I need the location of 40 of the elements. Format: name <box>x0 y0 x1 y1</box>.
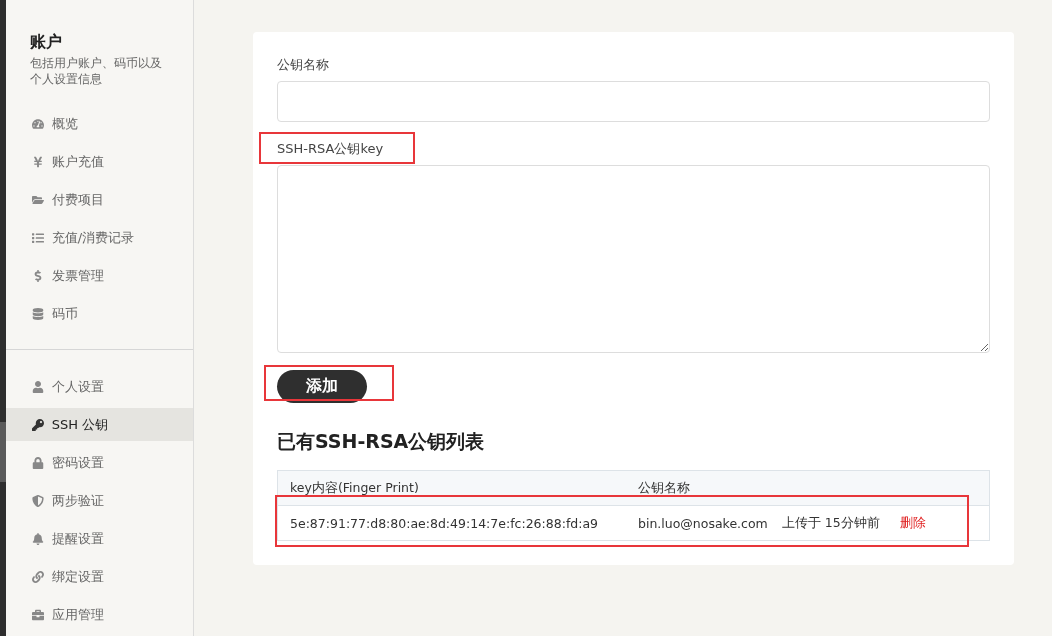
table-cell-text: 5e:87:91:77:d8:80:ae:8d:49:14:7e:fc:26:88:fd:a9 <box>290 515 600 531</box>
sidebar-item[interactable]: 概览 <box>5 107 193 140</box>
link-icon <box>31 570 44 583</box>
section-heading: 已有SSH-RSA公钥列表 <box>277 429 486 454</box>
sidebar-title: 账户 <box>29 32 63 53</box>
dashboard-icon <box>31 117 44 130</box>
scrollbar-thumb[interactable] <box>0 422 6 482</box>
user-icon <box>31 380 44 393</box>
sidebar-item[interactable]: 密码设置 <box>5 446 193 479</box>
sidebar-subtitle: 包括用户账户、码币以及个人设置信息 <box>29 55 163 87</box>
sidebar-item[interactable]: 提醒设置 <box>5 522 193 555</box>
bell-icon <box>31 532 44 545</box>
key-icon <box>31 418 44 431</box>
shield-icon <box>31 494 44 507</box>
delete-link[interactable]: 删除 <box>899 514 926 532</box>
sidebar-item[interactable]: 应用管理 <box>5 598 193 631</box>
sidebar-item[interactable]: 码币 <box>5 297 193 330</box>
textarea-field[interactable] <box>277 165 990 353</box>
sidebar-item[interactable]: 个人设置 <box>5 370 193 403</box>
table-cell: 上传于 15分钟前 <box>781 514 880 532</box>
list-icon <box>31 231 44 244</box>
column-header: key内容(Finger Print) <box>290 479 420 497</box>
briefcase-icon <box>31 608 44 621</box>
sidebar-item[interactable]: 账户充值 <box>5 145 193 178</box>
sidebar-item[interactable]: 两步验证 <box>5 484 193 517</box>
sidebar-item[interactable]: 充值/消费记录 <box>5 221 193 254</box>
yen-icon <box>31 155 44 168</box>
lock-icon <box>31 456 44 469</box>
column-header: 公钥名称 <box>638 479 691 497</box>
coins-icon <box>31 307 44 320</box>
sidebar-item[interactable]: 绑定设置 <box>5 560 193 593</box>
sidebar-item[interactable]: 发票管理 <box>5 259 193 292</box>
field-label: SSH-RSA公钥key <box>277 140 384 159</box>
table-cell: bin.luo@nosake.com <box>638 515 768 531</box>
folder-icon <box>31 193 44 206</box>
sidebar-item[interactable]: 付费项目 <box>5 183 193 216</box>
input-field[interactable] <box>277 81 990 123</box>
sidebar-item[interactable]: SSH 公钥 <box>5 408 193 441</box>
field-label: 公钥名称 <box>277 56 329 74</box>
add-button[interactable]: 添加 <box>277 369 367 403</box>
